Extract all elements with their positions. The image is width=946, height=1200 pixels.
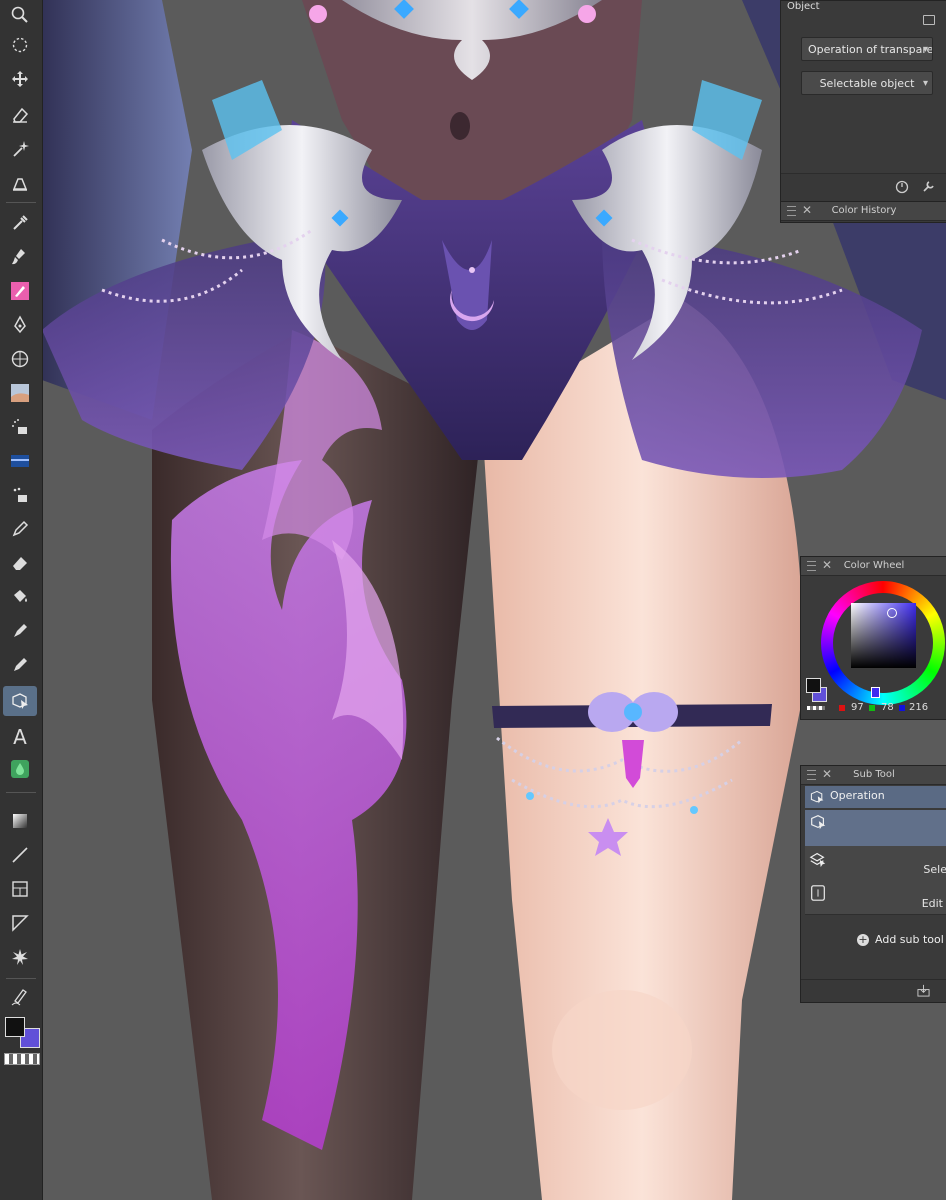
zoom-icon[interactable] xyxy=(3,0,37,30)
brush-icon[interactable] xyxy=(3,242,37,272)
transparent-part-value: Operation of transparent part xyxy=(808,43,933,56)
eraser-2-icon[interactable] xyxy=(3,548,37,578)
rgb-readout: 97 78 216 xyxy=(801,700,946,716)
green-value: 78 xyxy=(881,702,894,713)
transparent-swatch[interactable] xyxy=(807,706,825,710)
decoration-icon[interactable] xyxy=(3,480,37,510)
frame-icon[interactable] xyxy=(3,874,37,904)
object-select-icon[interactable] xyxy=(3,686,37,716)
sub-tool-item-label: Sele xyxy=(923,863,946,876)
airbrush-icon[interactable] xyxy=(3,412,37,442)
hue-cursor[interactable] xyxy=(871,687,880,698)
line-icon[interactable] xyxy=(3,840,37,870)
sv-cursor[interactable] xyxy=(887,608,897,618)
main-color-swatch[interactable] xyxy=(5,1017,25,1037)
color-history-panel: ✕ Color History xyxy=(780,201,946,223)
text-icon[interactable]: A xyxy=(3,722,37,752)
green-marker xyxy=(869,705,875,711)
panel-footer xyxy=(781,173,946,202)
transparent-color-icon[interactable] xyxy=(4,1053,40,1065)
color-wheel-header: ✕ Color Wheel xyxy=(801,557,946,576)
lasso-icon[interactable] xyxy=(3,30,37,60)
sub-tool-item-object[interactable] xyxy=(805,810,946,847)
edit-icon xyxy=(811,885,825,901)
color-history-header: ✕ Color History xyxy=(781,202,946,221)
sub-tool-item-edit[interactable]: Edit xyxy=(805,880,946,915)
selectable-object-value: Selectable object xyxy=(819,77,915,90)
sub-tool-item-label: Edit xyxy=(921,897,943,910)
chevron-down-icon: ▾ xyxy=(922,44,928,55)
marker-icon[interactable] xyxy=(3,616,37,646)
sub-tool-title: Sub Tool xyxy=(853,769,895,780)
wheel-main-color[interactable] xyxy=(806,678,821,693)
object-panel-title: Object xyxy=(787,1,820,12)
sub-tool-item-layer-select[interactable]: Sele xyxy=(805,846,946,881)
pen-2-icon[interactable] xyxy=(3,650,37,680)
correction-icon[interactable] xyxy=(3,982,37,1012)
move-icon[interactable] xyxy=(3,64,37,94)
object-select-icon xyxy=(810,790,824,804)
layer-select-icon xyxy=(809,852,826,868)
reset-icon[interactable] xyxy=(895,180,909,194)
add-sub-tool-button[interactable]: + Add sub tool xyxy=(805,916,946,976)
pattern-icon[interactable] xyxy=(3,446,37,476)
fill-icon[interactable] xyxy=(3,168,37,198)
eraser-icon[interactable] xyxy=(3,100,37,130)
burst-icon[interactable] xyxy=(3,942,37,972)
image-icon[interactable] xyxy=(3,378,37,408)
lock-icon[interactable] xyxy=(923,15,935,25)
add-sub-tool-label: Add sub tool xyxy=(875,933,944,946)
gradient-icon[interactable] xyxy=(3,806,37,836)
sub-tool-panel: ✕ Sub Tool Operation Sele Edit + Add sub… xyxy=(800,765,946,1003)
wrench-icon[interactable] xyxy=(921,180,935,194)
red-value: 97 xyxy=(851,702,864,713)
magic-wand-icon[interactable] xyxy=(3,134,37,164)
color-wheel-panel: ✕ Color Wheel 97 78 216 xyxy=(800,556,946,720)
red-marker xyxy=(839,705,845,711)
sub-tool-group-tab[interactable]: Operation xyxy=(805,786,946,808)
tool-palette: A xyxy=(0,0,43,1200)
selectable-object-dropdown[interactable]: Selectable object ▾ xyxy=(801,71,933,95)
toolbar-divider xyxy=(6,978,36,979)
grid-icon[interactable] xyxy=(3,344,37,374)
color-history-title: Color History xyxy=(831,205,897,216)
sub-tool-footer xyxy=(801,979,946,1002)
transparent-part-dropdown[interactable]: Operation of transparent part ▾ xyxy=(801,37,933,61)
blue-marker xyxy=(899,705,905,711)
sub-tool-group-label: Operation xyxy=(830,789,885,802)
color-wheel-title: Color Wheel xyxy=(843,560,905,571)
pen-tool-icon[interactable] xyxy=(3,310,37,340)
sub-tool-header: ✕ Sub Tool xyxy=(801,766,946,785)
bucket-icon[interactable] xyxy=(3,582,37,612)
chevron-down-icon: ▾ xyxy=(922,78,928,89)
pen-icon[interactable] xyxy=(3,276,37,306)
import-icon[interactable] xyxy=(917,984,930,997)
toolbar-divider xyxy=(6,792,36,793)
blue-value: 216 xyxy=(909,702,929,713)
droplet-icon[interactable] xyxy=(3,754,37,784)
text-icon-glyph: A xyxy=(13,725,27,749)
ruler-icon[interactable] xyxy=(3,908,37,938)
plus-circle-icon: + xyxy=(857,933,869,946)
object-panel: Object Operation of transparent part ▾ S… xyxy=(780,0,946,202)
saturation-value-square[interactable] xyxy=(851,603,916,668)
toolbar-divider xyxy=(6,202,36,203)
object-select-icon xyxy=(811,815,826,830)
eyedropper-icon[interactable] xyxy=(3,208,37,238)
pencil-icon[interactable] xyxy=(3,514,37,544)
